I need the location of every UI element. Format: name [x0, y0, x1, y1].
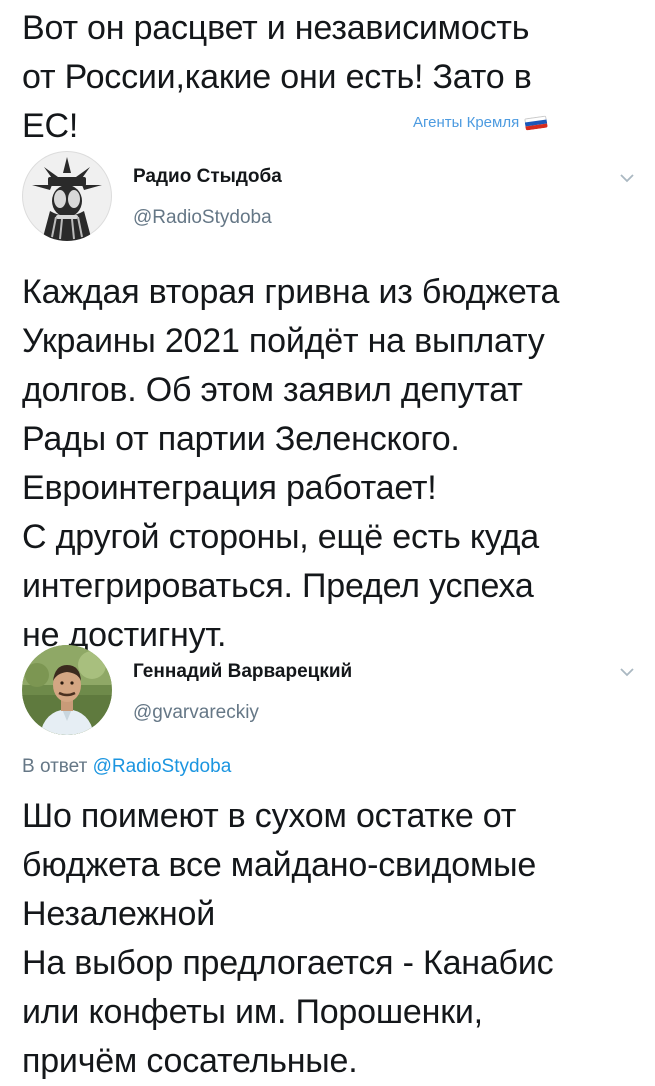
tweet-author-handle[interactable]: @RadioStydoba [133, 207, 272, 229]
man-photo-avatar-image [22, 645, 112, 735]
tweet-author-name[interactable]: Геннадий Варварецкий [133, 661, 352, 683]
tweet-text: Каждая вторая гривна из бюджета Украины … [22, 273, 560, 654]
tweet-author-handle[interactable]: @gvarvareckiy [133, 702, 259, 724]
russian-flag-icon [524, 115, 548, 130]
tweet-text: Шо поимеют в сухом остатке от бюджета вс… [22, 797, 554, 1080]
statue-facepalm-avatar-image [22, 151, 112, 241]
chevron-down-icon[interactable] [620, 173, 634, 183]
reply-prefix: В ответ [22, 756, 88, 777]
reply-context: В ответ @RadioStydoba [22, 756, 231, 778]
watermark-text: Агенты Кремля [413, 114, 520, 131]
reply-handle-link[interactable]: @RadioStydoba [93, 756, 232, 777]
chevron-down-icon[interactable] [620, 667, 634, 677]
avatar[interactable] [22, 151, 112, 241]
avatar[interactable] [22, 645, 112, 735]
tweet-author-name[interactable]: Радио Стыдоба [133, 166, 282, 188]
watermark: Агенты Кремля [413, 114, 548, 131]
